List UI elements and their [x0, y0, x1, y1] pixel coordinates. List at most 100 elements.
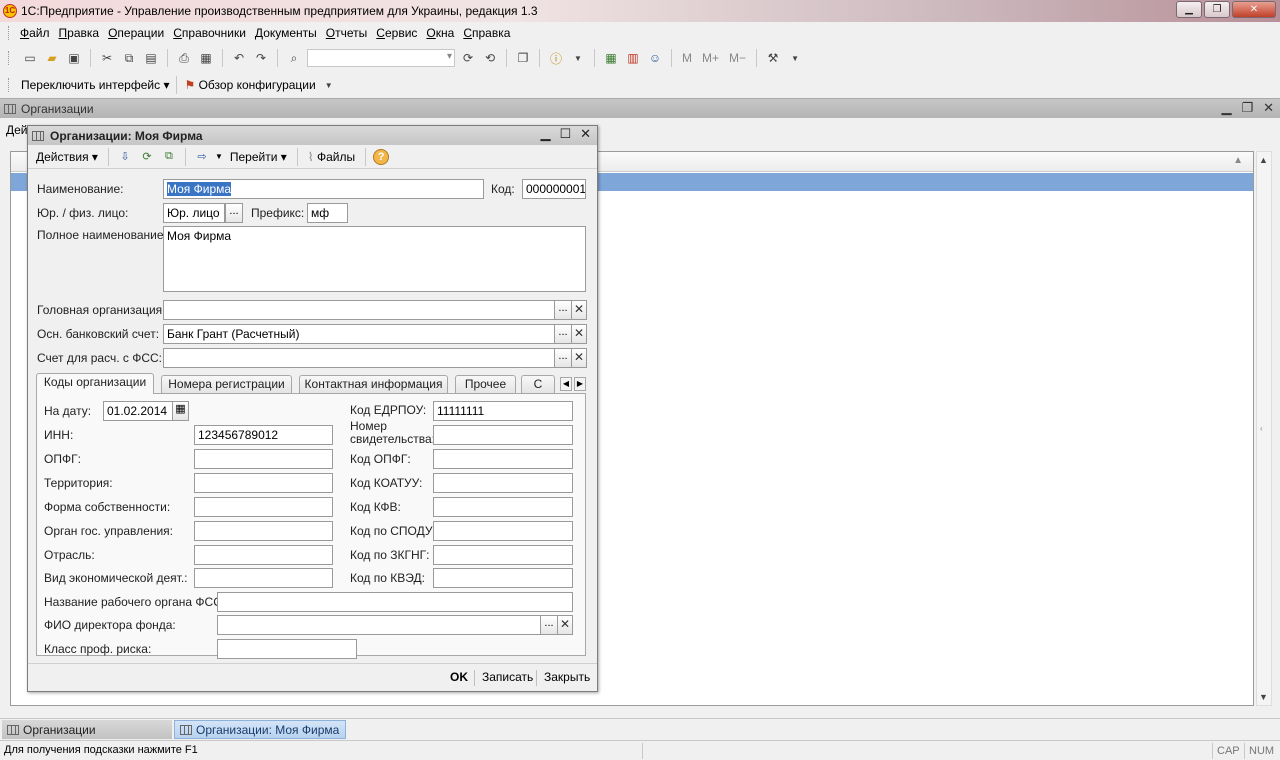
actions-menu-button[interactable]: Действия ▾ [33, 150, 101, 164]
calendar-icon[interactable]: ▥ [624, 49, 642, 67]
ownership-input[interactable] [194, 497, 333, 517]
tab-scroll-right-icon[interactable]: ▶ [574, 377, 586, 391]
minimize-button[interactable]: ▁ [540, 126, 550, 142]
tools-icon[interactable]: ⚒ [764, 49, 782, 67]
koatuu-input[interactable] [433, 473, 573, 493]
kfv-input[interactable] [433, 497, 573, 517]
close-form-button[interactable]: Закрыть [544, 670, 590, 684]
chevron-down-icon[interactable]: ▼ [215, 152, 223, 161]
list-scrollbar[interactable]: ▲ ‹ ▼ [1256, 151, 1272, 706]
scroll-down-icon[interactable]: ▼ [1259, 692, 1268, 702]
close-button[interactable]: ✕ [1232, 1, 1276, 18]
chevron-down-icon[interactable]: ▼ [320, 76, 338, 94]
fss-account-clear-button[interactable]: ✕ [571, 348, 587, 368]
menu-windows[interactable]: Окна [423, 26, 460, 40]
config-overview-button[interactable]: ⚑ Обзор конфигурации [180, 78, 319, 92]
tab-contact-info[interactable]: Контактная информация [299, 375, 448, 393]
tab-registration-numbers[interactable]: Номера регистрации [161, 375, 292, 393]
fss-account-input[interactable] [163, 348, 555, 368]
code-input[interactable]: 000000001 [522, 179, 586, 199]
chevron-down-icon[interactable]: ▼ [569, 49, 587, 67]
help-icon[interactable]: ? [373, 148, 390, 165]
menu-catalogs[interactable]: Справочники [170, 26, 252, 40]
print-preview-icon[interactable]: ▦ [197, 49, 215, 67]
gov-body-input[interactable] [194, 521, 333, 541]
tab-scroll-left-icon[interactable]: ◀ [560, 377, 572, 391]
restore-button[interactable]: ❐ [1241, 100, 1253, 116]
copy-icon[interactable]: ⧉ [120, 49, 138, 67]
name-input[interactable]: Моя Фирма [163, 179, 484, 199]
inn-input[interactable]: 123456789012 [194, 425, 333, 445]
copy-item-icon[interactable]: ⧉ [160, 149, 178, 165]
calculator-icon[interactable]: ▦ [602, 49, 620, 67]
full-name-textarea[interactable]: Моя Фирма [163, 226, 586, 292]
list-actions-button[interactable]: Дей [6, 123, 28, 137]
memory-button[interactable]: M [679, 51, 695, 65]
maximize-button[interactable]: ☐ [559, 126, 571, 142]
menu-operations[interactable]: Операции [105, 26, 170, 40]
goto-menu-button[interactable]: Перейти ▾ [227, 150, 290, 164]
search-combo[interactable] [307, 49, 455, 67]
new-document-icon[interactable]: ▭ [21, 49, 39, 67]
econ-activity-input[interactable] [194, 568, 333, 588]
spodu-input[interactable] [433, 521, 573, 541]
edrpou-input[interactable]: 11111111 [433, 401, 573, 421]
industry-input[interactable] [194, 545, 333, 565]
menu-file[interactable]: Файл [17, 26, 56, 40]
files-button[interactable]: ⌇ Файлы [305, 150, 358, 164]
fund-director-select-button[interactable]: ... [540, 615, 558, 635]
info-icon[interactable]: ⓘ [547, 49, 565, 67]
chevron-down-icon[interactable]: ▼ [786, 49, 804, 67]
date-input[interactable]: 01.02.2014 [103, 401, 173, 421]
paste-icon[interactable]: ▤ [142, 49, 160, 67]
territory-input[interactable] [194, 473, 333, 493]
task-organization-form[interactable]: Организации: Моя Фирма [174, 720, 346, 739]
fund-director-clear-button[interactable]: ✕ [557, 615, 573, 635]
opfg-input[interactable] [194, 449, 333, 469]
windows-icon[interactable]: ❐ [514, 49, 532, 67]
tab-org-codes[interactable]: Коды организации [36, 373, 154, 394]
save-close-icon[interactable]: ⇩ [116, 149, 134, 165]
fss-body-input[interactable] [217, 592, 573, 612]
save-button[interactable]: Записать [482, 670, 533, 684]
users-icon[interactable]: ☺ [646, 49, 664, 67]
fss-account-select-button[interactable]: ... [554, 348, 572, 368]
risk-class-input[interactable] [217, 639, 357, 659]
legal-type-select-button[interactable]: ... [225, 203, 243, 223]
menu-reports[interactable]: Отчеты [323, 26, 374, 40]
head-org-clear-button[interactable]: ✕ [571, 300, 587, 320]
kved-input[interactable] [433, 568, 573, 588]
find-prev-icon[interactable]: ⟲ [481, 49, 499, 67]
minimize-button[interactable]: ▁ [1176, 1, 1202, 18]
save-icon[interactable]: ▣ [65, 49, 83, 67]
ok-button[interactable]: OK [450, 670, 468, 684]
bank-account-clear-button[interactable]: ✕ [571, 324, 587, 344]
search-icon[interactable]: ⌕ [285, 49, 303, 67]
head-org-select-button[interactable]: ... [554, 300, 572, 320]
tab-more[interactable]: С [521, 375, 555, 393]
based-on-icon[interactable]: ⇨ [193, 149, 211, 165]
close-button[interactable]: ✕ [580, 126, 591, 142]
tab-other[interactable]: Прочее [455, 375, 516, 393]
minimize-button[interactable]: ▁ [1221, 100, 1231, 116]
menu-service[interactable]: Сервис [373, 26, 423, 40]
close-button[interactable]: ✕ [1263, 100, 1274, 116]
bank-account-input[interactable]: Банк Грант (Расчетный) [163, 324, 555, 344]
scroll-thumb[interactable]: ‹ [1260, 424, 1263, 433]
prefix-input[interactable]: мф [307, 203, 348, 223]
find-next-icon[interactable]: ⟳ [459, 49, 477, 67]
scroll-up-icon[interactable]: ▲ [1259, 155, 1268, 165]
menu-help[interactable]: Справка [460, 26, 516, 40]
switch-interface-button[interactable]: Переключить интерфейс ▾ [17, 78, 173, 92]
head-org-input[interactable] [163, 300, 555, 320]
calendar-icon[interactable]: ▦ [172, 401, 189, 421]
print-icon[interactable]: ⎙ [175, 49, 193, 67]
sort-icon[interactable]: ▲ [1233, 155, 1243, 166]
fund-director-input[interactable] [217, 615, 541, 635]
cert-number-input[interactable] [433, 425, 573, 445]
open-folder-icon[interactable]: ▰ [43, 49, 61, 67]
zkgng-input[interactable] [433, 545, 573, 565]
bank-account-select-button[interactable]: ... [554, 324, 572, 344]
legal-type-input[interactable]: Юр. лицо [163, 203, 225, 223]
restore-button[interactable]: ❐ [1204, 1, 1230, 18]
